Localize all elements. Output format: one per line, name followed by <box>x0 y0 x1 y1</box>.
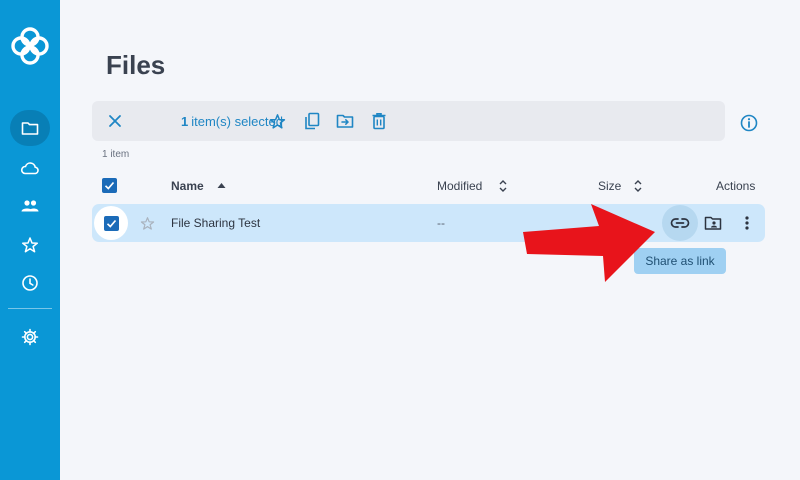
check-icon <box>104 181 115 190</box>
more-vertical-icon <box>745 216 749 230</box>
sidebar-divider <box>8 308 52 309</box>
move-icon <box>336 114 354 128</box>
sidebar-item-shared[interactable] <box>10 188 50 224</box>
sort-toggle-icon[interactable] <box>634 179 642 193</box>
star-icon <box>21 237 39 253</box>
file-name[interactable]: File Sharing Test <box>171 216 260 230</box>
delete-selection-button[interactable] <box>370 112 388 130</box>
more-actions-button[interactable] <box>738 214 756 232</box>
sidebar-item-files[interactable] <box>10 110 50 146</box>
people-icon <box>21 200 39 212</box>
sidebar-item-settings[interactable] <box>10 319 50 355</box>
link-icon <box>670 218 690 228</box>
star-icon <box>140 216 154 230</box>
row-checkbox-wrapper[interactable] <box>94 206 128 240</box>
cloud-icon <box>20 162 39 175</box>
select-all-checkbox[interactable] <box>102 178 117 193</box>
move-selection-button[interactable] <box>336 112 354 130</box>
info-icon <box>740 114 758 132</box>
sidebar <box>0 0 60 480</box>
main-content: Files 1 item(s) selected 1 item Name Mod… <box>60 0 800 480</box>
column-header-size[interactable]: Size <box>598 179 621 193</box>
column-header-modified[interactable]: Modified <box>437 179 482 193</box>
star-icon <box>269 113 285 129</box>
copy-selection-button[interactable] <box>303 112 321 130</box>
shared-folder-icon <box>704 216 722 230</box>
row-checkbox[interactable] <box>103 215 119 231</box>
table-header: Name Modified Size Actions <box>92 172 765 200</box>
details-button[interactable] <box>739 113 759 133</box>
selection-toolbar: 1 item(s) selected <box>92 101 725 141</box>
clock-icon <box>22 275 38 291</box>
sidebar-item-cloud[interactable] <box>10 150 50 186</box>
row-favorite-button[interactable] <box>139 215 155 231</box>
file-modified: -- <box>437 216 445 230</box>
folder-icon <box>21 122 39 135</box>
close-selection-button[interactable] <box>106 112 124 130</box>
sort-toggle-icon[interactable] <box>499 179 507 193</box>
gear-icon <box>21 328 39 346</box>
share-as-link-button[interactable] <box>662 205 698 241</box>
page-title: Files <box>106 50 166 80</box>
copy-icon <box>305 112 320 130</box>
share-folder-button[interactable] <box>703 214 723 232</box>
annotation-arrow <box>523 204 655 282</box>
item-count: 1 item <box>102 149 130 160</box>
favorite-selection-button[interactable] <box>268 112 286 130</box>
check-icon <box>106 219 116 228</box>
trash-icon <box>372 113 386 130</box>
selection-count: 1 <box>181 114 189 129</box>
table-row[interactable]: File Sharing Test -- <box>92 204 765 242</box>
sidebar-item-favorites[interactable] <box>10 227 50 263</box>
sidebar-item-recent[interactable] <box>10 265 50 301</box>
column-header-actions: Actions <box>716 179 756 193</box>
close-icon <box>109 115 121 127</box>
sort-ascending-icon[interactable] <box>217 182 226 189</box>
column-header-name[interactable]: Name <box>171 179 204 193</box>
app-logo[interactable] <box>8 24 52 68</box>
